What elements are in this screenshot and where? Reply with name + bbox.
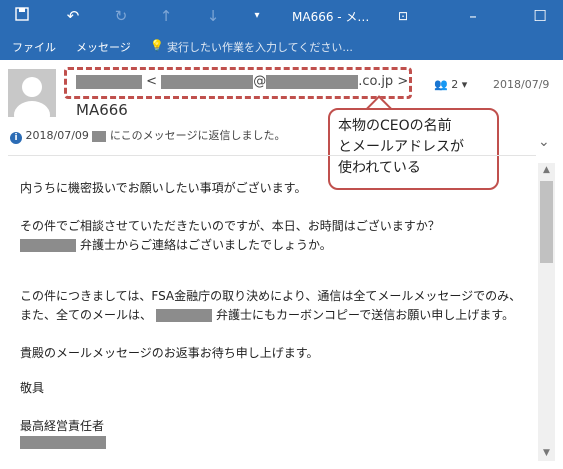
people-count: 2 — [451, 78, 459, 91]
sender-highlight-box — [64, 67, 412, 99]
minimize-icon[interactable]: – — [463, 6, 483, 26]
dropdown-icon[interactable]: ▾ — [247, 6, 267, 26]
tell-me-input[interactable]: 実行したい作業を入力してください... — [167, 39, 353, 55]
chevron-down-icon[interactable]: ⌄ — [538, 134, 550, 150]
restore-window-icon[interactable]: ⊡ — [393, 6, 413, 26]
info-bar: i 2018/07/09 にこのメッセージに返信しました。 — [10, 127, 285, 144]
callout-annotation: 本物のCEOの名前 とメールアドレスが 使われている — [328, 108, 499, 190]
scroll-down-icon[interactable]: ▼ — [538, 448, 555, 458]
body-line — [20, 435, 106, 449]
info-icon: i — [10, 132, 22, 144]
info-text: にこのメッセージに返信しました。 — [109, 129, 286, 142]
redacted-info — [92, 130, 107, 142]
body-line: 敬具 — [20, 381, 45, 395]
divider — [8, 155, 536, 156]
body-line-text: 弁護士からご連絡はございましたでしょうか。 — [80, 238, 332, 252]
callout-line: 本物のCEOの名前 — [338, 118, 452, 134]
scroll-up-icon[interactable]: ▲ — [538, 165, 555, 175]
people-icon: 👥 — [434, 78, 448, 91]
maximize-icon[interactable]: ☐ — [530, 6, 550, 26]
body-line: 最高経営責任者 — [20, 419, 105, 433]
scroll-thumb[interactable] — [540, 181, 553, 263]
tab-file[interactable]: ファイル — [12, 39, 56, 55]
vertical-scrollbar[interactable]: ▲ ▼ — [538, 163, 555, 461]
people-button[interactable]: 👥 2 ▾ — [434, 78, 467, 91]
undo-icon[interactable]: ↶ — [63, 6, 83, 26]
body-line: その件でご相談させていただきたいのですが、本日、お時間はございますか？ — [20, 219, 440, 233]
body-line: また、全てのメールは、 弁護士にもカーボンコピーで送信お願い申し上げます。 — [20, 306, 514, 323]
message-subject: MA666 — [76, 101, 128, 119]
info-date: 2018/07/09 — [25, 129, 89, 142]
chevron-down-icon: ▾ — [461, 78, 468, 91]
save-icon[interactable] — [12, 6, 32, 26]
tab-message[interactable]: メッセージ — [76, 39, 131, 55]
down-arrow-icon[interactable]: ↓ — [203, 6, 223, 26]
body-line: 貴殿のメールメッセージのお返事お待ち申し上げます。 — [20, 346, 319, 360]
callout-line: 使われている — [338, 160, 421, 176]
up-arrow-icon[interactable]: ↑ — [156, 6, 176, 26]
redacted-lawyer — [20, 239, 76, 252]
lightbulb-icon: 💡 — [150, 39, 164, 52]
redacted-lawyer — [156, 309, 213, 322]
redo-icon[interactable]: ↻ — [111, 6, 131, 26]
avatar — [8, 69, 56, 117]
title-bar: ↶ ↻ ↑ ↓ ▾ MA666 - メ… ⊡ – ☐ — [0, 0, 563, 32]
body-line: 内うちに機密扱いでお願いしたい事項がございます。 — [20, 181, 307, 195]
body-line-text: また、全てのメールは、 — [20, 308, 153, 322]
redacted-signature — [20, 436, 106, 449]
window-title: MA666 - メ… — [292, 10, 370, 24]
ribbon: ファイル メッセージ 💡 実行したい作業を入力してください... — [0, 32, 563, 60]
body-line: この件につきましては、FSA金融庁の取り決めにより、通信は全てメールメッセージで… — [20, 289, 522, 303]
message-date: 2018/07/9 — [493, 78, 550, 91]
body-line-text: 弁護士にもカーボンコピーで送信お願い申し上げます。 — [216, 308, 515, 322]
body-line: 弁護士からご連絡はございましたでしょうか。 — [20, 236, 332, 253]
